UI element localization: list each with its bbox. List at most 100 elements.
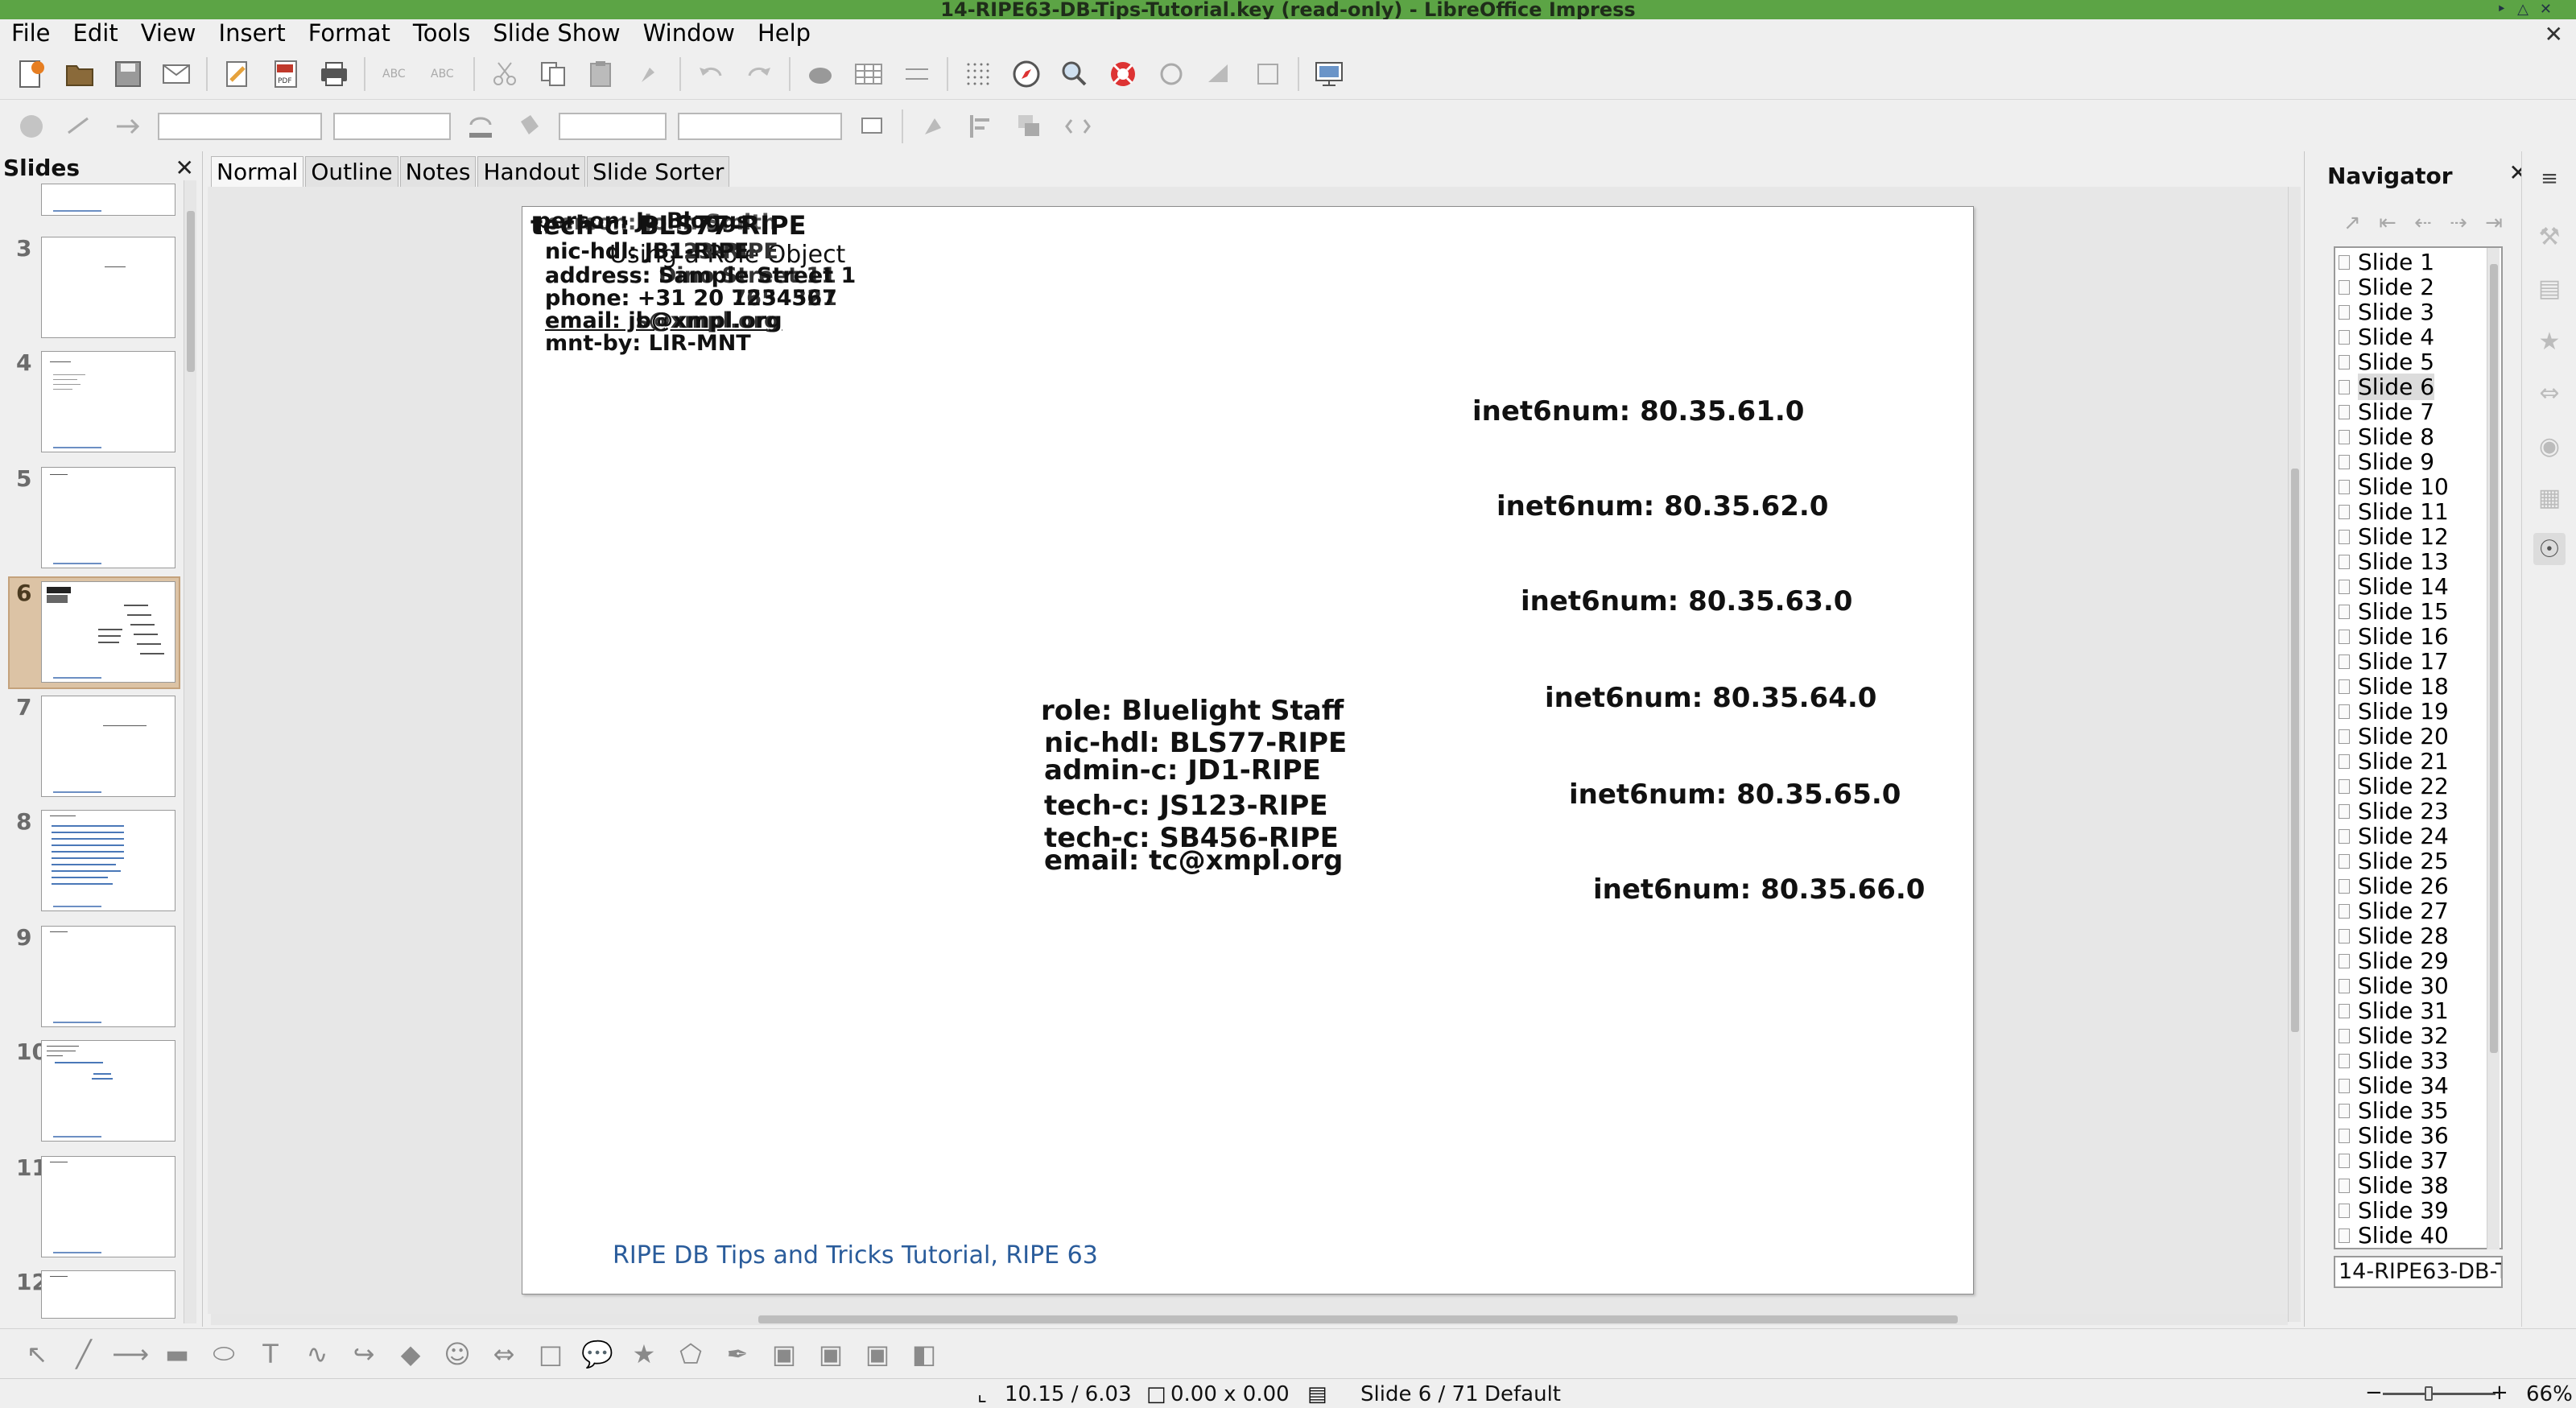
navigator-item[interactable]: Slide 35	[2339, 1097, 2449, 1124]
inet6num-text[interactable]: inet6num: 80.35.61.0	[1472, 395, 1804, 427]
line-width-input[interactable]	[333, 113, 451, 140]
navigator-item[interactable]: Slide 37	[2339, 1147, 2449, 1174]
new-document-icon[interactable]	[13, 56, 50, 93]
curve-icon[interactable]: ∿	[299, 1336, 335, 1372]
arrow-style-icon[interactable]	[109, 108, 147, 145]
navigator-item[interactable]: Slide 5	[2339, 349, 2434, 375]
open-folder-icon[interactable]	[61, 56, 98, 93]
zoom-icon[interactable]	[1056, 56, 1093, 93]
menu-insert[interactable]: Insert	[219, 19, 286, 47]
undo-icon[interactable]	[692, 56, 729, 93]
save-icon[interactable]	[109, 56, 147, 93]
table-icon[interactable]	[850, 56, 887, 93]
navigator-item[interactable]: Slide 12	[2339, 523, 2449, 550]
sidebar-menu-icon[interactable]: ≡	[2533, 163, 2566, 195]
select-pointer-icon[interactable]: ↖	[19, 1336, 55, 1372]
area-style-select[interactable]	[559, 113, 667, 140]
navigator-compass-icon[interactable]	[1008, 56, 1045, 93]
help-lifebuoy-icon[interactable]	[1104, 56, 1141, 93]
role-line[interactable]: role: Bluelight Staff	[1041, 695, 1344, 727]
navigator-item[interactable]: Slide 8	[2339, 423, 2434, 450]
navigator-item[interactable]: Slide 16	[2339, 623, 2449, 650]
navigator-document-select[interactable]: 14-RIPE63-DB-Tips-Tutorial.key	[2334, 1256, 2503, 1288]
navigator-item[interactable]: Slide 33	[2339, 1047, 2449, 1074]
tab-slide-sorter[interactable]: Slide Sorter	[587, 156, 730, 187]
navigator-item[interactable]: Slide 1	[2339, 249, 2434, 275]
stars-icon[interactable]: ★	[626, 1336, 662, 1372]
navigator-item[interactable]: Slide 25	[2339, 848, 2449, 874]
document-modified-icon[interactable]: ▤	[1307, 1382, 1327, 1406]
symbol-shapes-icon[interactable]: ☺	[440, 1336, 475, 1372]
print-icon[interactable]	[316, 56, 353, 93]
zoom-in-icon[interactable]: +	[2491, 1381, 2508, 1405]
select-icon[interactable]	[13, 108, 50, 145]
show-draw-functions-icon[interactable]	[1059, 108, 1096, 145]
slide-title-text[interactable]: tech-c: BLS77-RIPE	[530, 210, 806, 241]
menu-file[interactable]: File	[11, 19, 51, 47]
callouts-icon[interactable]: 💬	[580, 1336, 615, 1372]
role-line[interactable]: tech-c: JS123-RIPE	[1044, 790, 1328, 822]
navigator-item[interactable]: Slide 20	[2339, 723, 2449, 749]
menu-edit[interactable]: Edit	[73, 19, 118, 47]
navigator-item[interactable]: Slide 19	[2339, 698, 2449, 725]
navigator-item[interactable]: Slide 10	[2339, 473, 2449, 500]
next-slide-icon[interactable]: ⇢	[2443, 208, 2474, 238]
person-line[interactable]: phone: +31 20 1234567	[545, 286, 837, 311]
fontwork-icon[interactable]: ▣	[766, 1336, 802, 1372]
navigator-item[interactable]: Slide 21	[2339, 748, 2449, 774]
zoom-out-icon[interactable]: −	[2365, 1381, 2383, 1405]
pointer-icon[interactable]: ↗	[2337, 208, 2368, 238]
tab-notes[interactable]: Notes	[399, 156, 477, 187]
role-line[interactable]: admin-c: JD1-RIPE	[1044, 754, 1321, 787]
line-style-icon[interactable]	[61, 108, 98, 145]
navigator-item[interactable]: Slide 17	[2339, 648, 2449, 675]
canvas-horizontal-scrollbar[interactable]	[211, 1314, 2288, 1325]
insert-image-icon[interactable]: ▣	[813, 1336, 848, 1372]
navigator-compass-icon[interactable]: ☉	[2533, 533, 2566, 565]
navigator-item[interactable]: Slide 24	[2339, 823, 2449, 849]
navigator-item[interactable]: Slide 29	[2339, 948, 2449, 974]
slide-transition-icon[interactable]: ⇔	[2533, 377, 2566, 409]
spelling-icon[interactable]: ABC	[377, 56, 414, 93]
zoom-level[interactable]: 66%	[2526, 1382, 2573, 1406]
styles-icon[interactable]: ▦	[2533, 481, 2566, 514]
navigator-item[interactable]: Slide 26	[2339, 873, 2449, 899]
navigator-item[interactable]: Slide 7	[2339, 398, 2434, 425]
person-line[interactable]: email: jb@xmpl.org	[545, 308, 782, 333]
navigator-item[interactable]: Slide 18	[2339, 673, 2449, 700]
tab-normal[interactable]: Normal	[211, 156, 304, 187]
inet6num-text[interactable]: inet6num: 80.35.62.0	[1496, 490, 1828, 522]
menu-slide-show[interactable]: Slide Show	[493, 19, 620, 47]
grid-icon[interactable]	[960, 56, 997, 93]
export-pdf-icon[interactable]: PDF	[267, 56, 304, 93]
navigator-item[interactable]: Slide 23	[2339, 798, 2449, 824]
navigator-item[interactable]: Slide 34	[2339, 1072, 2449, 1099]
zoom-slider-handle[interactable]	[2425, 1386, 2433, 1401]
master-slides-icon[interactable]: ▤	[2533, 272, 2566, 304]
slide-thumbnail[interactable]	[41, 926, 175, 1027]
slide-thumbnail[interactable]	[41, 696, 175, 797]
glue-points-icon[interactable]: ✒	[720, 1336, 755, 1372]
navigator-slide-list[interactable]: Slide 1 Slide 2 Slide 3 Slide 4 Slide 5 Slide…	[2334, 246, 2503, 1249]
navigator-item[interactable]: Slide 15	[2339, 598, 2449, 625]
close-document-icon[interactable]: ✕	[2545, 21, 2563, 47]
slide-show-icon[interactable]	[1311, 56, 1348, 93]
slide-thumbnail[interactable]	[41, 1270, 175, 1319]
slide-canvas[interactable]: person: John Smith person: Jo Bloggs tec…	[522, 206, 1974, 1294]
slides-scrollbar[interactable]	[184, 180, 196, 1323]
display-grid-icon[interactable]	[898, 56, 935, 93]
copy-icon[interactable]	[535, 56, 572, 93]
canvas-vertical-scrollbar[interactable]	[2288, 187, 2301, 1322]
line-icon[interactable]: ╱	[66, 1336, 101, 1372]
redo-icon[interactable]	[741, 56, 778, 93]
arrow-line-icon[interactable]: ⟶	[112, 1336, 149, 1372]
navigator-item[interactable]: Slide 38	[2339, 1172, 2449, 1199]
menu-format[interactable]: Format	[308, 19, 390, 47]
slide-thumbnail[interactable]	[41, 810, 175, 911]
tab-handout[interactable]: Handout	[477, 156, 586, 187]
navigator-item[interactable]: Slide 40	[2339, 1222, 2449, 1248]
inet6num-text[interactable]: inet6num: 80.35.65.0	[1569, 778, 1901, 811]
role-line[interactable]: email: tc@xmpl.org	[1044, 844, 1343, 877]
window-controls[interactable]: ‣△✕	[2497, 0, 2563, 19]
navigator-item[interactable]: Slide 28	[2339, 923, 2449, 949]
